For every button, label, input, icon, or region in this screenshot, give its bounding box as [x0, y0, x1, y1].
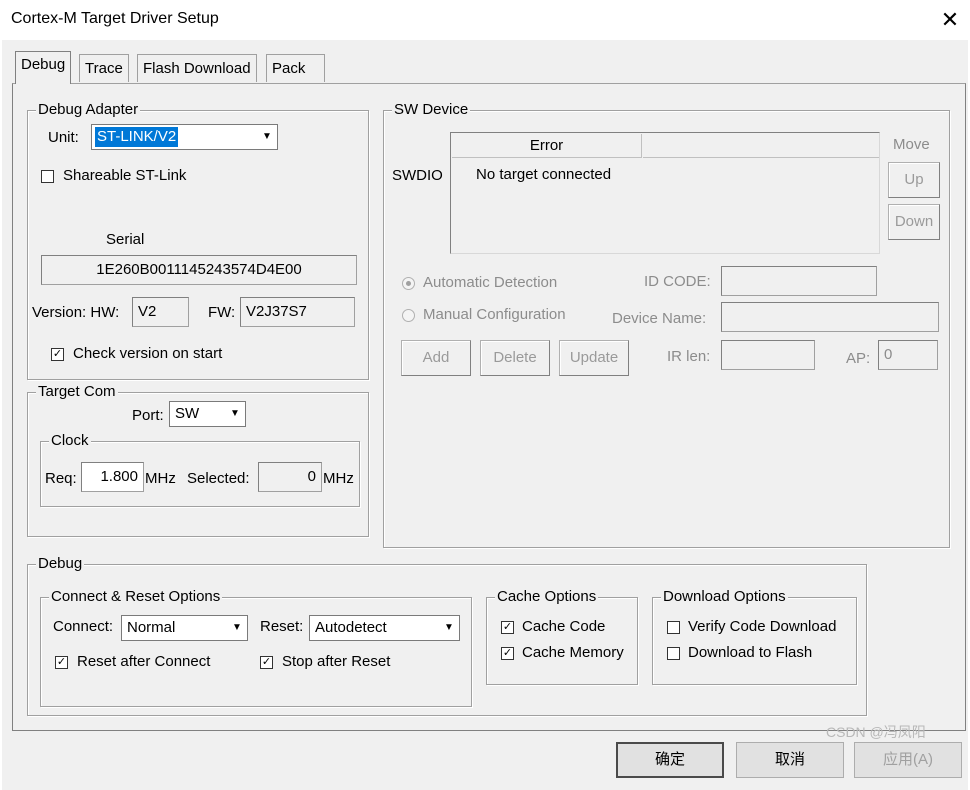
chevron-down-icon[interactable]: ▼ [228, 617, 246, 639]
port-label: Port: [132, 407, 164, 424]
port-select[interactable]: SW ▼ [169, 401, 246, 427]
manual-config-label: Manual Configuration [423, 306, 566, 323]
verify-code-checkbox[interactable] [667, 621, 680, 634]
close-icon[interactable]: ✕ [936, 6, 964, 34]
connect-reset-group: Connect & Reset Options Connect: Normal … [40, 588, 472, 707]
ap-field[interactable]: 0 [878, 340, 938, 370]
reset-after-connect-label: Reset after Connect [77, 653, 211, 670]
ir-len-label: IR len: [667, 348, 711, 365]
serial-label: Serial [106, 231, 145, 248]
debug-adapter-group: Debug Adapter Unit: ST-LINK/V2 ▼ Shareab… [27, 101, 369, 380]
cache-code-label: Cache Code [522, 618, 606, 635]
swdio-label: SWDIO [392, 167, 443, 184]
reset-after-connect-checkbox[interactable]: ✓ [55, 656, 68, 669]
tab-panel-debug: Debug Adapter Unit: ST-LINK/V2 ▼ Shareab… [12, 83, 966, 731]
chevron-down-icon[interactable]: ▼ [226, 403, 244, 425]
unit-value: ST-LINK/V2 [95, 127, 179, 147]
update-button[interactable]: Update [559, 340, 629, 376]
verify-code-label: Verify Code Download [688, 618, 837, 635]
connect-label: Connect: [53, 618, 114, 635]
ok-button[interactable]: 确定 [616, 742, 724, 778]
check-version-label: Check version on start [73, 345, 223, 362]
tab-flash-download[interactable]: Flash Download [137, 54, 257, 82]
ap-label: AP: [846, 350, 871, 367]
req-label: Req: [45, 470, 77, 487]
watermark-text: CSDN @冯凤阳 [826, 724, 926, 740]
clock-title: Clock [49, 432, 91, 450]
ir-len-field[interactable] [721, 340, 815, 370]
move-label: Move [893, 136, 930, 153]
target-com-group: Target Com Port: SW ▼ Clock Req: 1.800 M… [27, 383, 369, 537]
serial-field: 1E260B0011145243574D4E00 [41, 255, 357, 285]
column-header [643, 134, 879, 158]
connect-reset-title: Connect & Reset Options [49, 588, 223, 606]
up-button[interactable]: Up [888, 162, 940, 198]
chevron-down-icon[interactable]: ▼ [258, 126, 276, 148]
window-title: Cortex-M Target Driver Setup [11, 10, 219, 27]
req-mhz-unit: MHz [145, 470, 176, 487]
shareable-label: Shareable ST-Link [63, 167, 187, 184]
req-input[interactable]: 1.800 [81, 462, 144, 492]
device-name-label: Device Name: [612, 310, 707, 327]
id-code-label: ID CODE: [644, 273, 711, 290]
device-name-field[interactable] [721, 302, 939, 332]
selected-mhz-unit: MHz [323, 470, 354, 487]
id-code-field[interactable] [721, 266, 877, 296]
dialog-client: Debug Trace Flash Download Pack Debug Ad… [2, 40, 968, 790]
cache-memory-label: Cache Memory [522, 644, 624, 661]
auto-detect-label: Automatic Detection [423, 274, 558, 291]
sw-device-title: SW Device [392, 101, 471, 119]
list-item[interactable]: No target connected [476, 166, 611, 184]
download-options-group: Download Options Verify Code Download Do… [652, 588, 857, 685]
delete-button[interactable]: Delete [480, 340, 550, 376]
title-bar: Cortex-M Target Driver Setup ✕ [0, 0, 970, 40]
download-flash-checkbox[interactable] [667, 647, 680, 660]
download-options-title: Download Options [661, 588, 788, 606]
fw-label: FW: [208, 304, 236, 321]
reset-select[interactable]: Autodetect ▼ [309, 615, 460, 641]
cache-code-checkbox[interactable]: ✓ [501, 621, 514, 634]
auto-detect-radio[interactable] [402, 277, 415, 290]
unit-label: Unit: [48, 129, 79, 146]
selected-field: 0 [258, 462, 322, 492]
target-com-title: Target Com [36, 383, 118, 401]
fw-version-field: V2J37S7 [240, 297, 355, 327]
stop-after-reset-checkbox[interactable]: ✓ [260, 656, 273, 669]
down-button[interactable]: Down [888, 204, 940, 240]
reset-label: Reset: [260, 618, 304, 635]
connect-select[interactable]: Normal ▼ [121, 615, 248, 641]
tab-pack[interactable]: Pack [266, 54, 325, 82]
cache-memory-checkbox[interactable]: ✓ [501, 647, 514, 660]
debug-options-group: Debug Connect & Reset Options Connect: N… [27, 555, 867, 716]
error-column-header[interactable]: Error [452, 134, 642, 158]
dialog-window: Cortex-M Target Driver Setup ✕ Debug Tra… [0, 0, 970, 790]
check-version-checkbox[interactable]: ✓ [51, 348, 64, 361]
version-hw-label: Version: HW: [32, 304, 120, 321]
cache-options-group: Cache Options ✓ Cache Code ✓ Cache Memor… [486, 588, 638, 685]
port-value: SW [175, 405, 200, 422]
tab-trace[interactable]: Trace [79, 54, 129, 82]
tab-debug[interactable]: Debug [15, 51, 72, 84]
selected-label: Selected: [187, 470, 250, 487]
debug-section-title: Debug [36, 555, 85, 573]
shareable-checkbox[interactable] [41, 170, 54, 183]
download-flash-label: Download to Flash [688, 644, 813, 661]
debug-adapter-title: Debug Adapter [36, 101, 141, 119]
stop-after-reset-label: Stop after Reset [282, 653, 391, 670]
reset-value: Autodetect [315, 619, 387, 636]
cancel-button[interactable]: 取消 [736, 742, 844, 778]
hw-version-field: V2 [132, 297, 189, 327]
unit-select[interactable]: ST-LINK/V2 ▼ [91, 124, 278, 150]
add-button[interactable]: Add [401, 340, 471, 376]
manual-config-radio[interactable] [402, 309, 415, 322]
chevron-down-icon[interactable]: ▼ [440, 617, 458, 639]
sw-device-list[interactable]: Error No target connected [450, 132, 880, 254]
apply-button[interactable]: 应用(A) [854, 742, 962, 778]
cache-options-title: Cache Options [495, 588, 599, 606]
connect-value: Normal [127, 619, 176, 636]
clock-group: Clock Req: 1.800 MHz Selected: 0 MHz [40, 432, 360, 507]
